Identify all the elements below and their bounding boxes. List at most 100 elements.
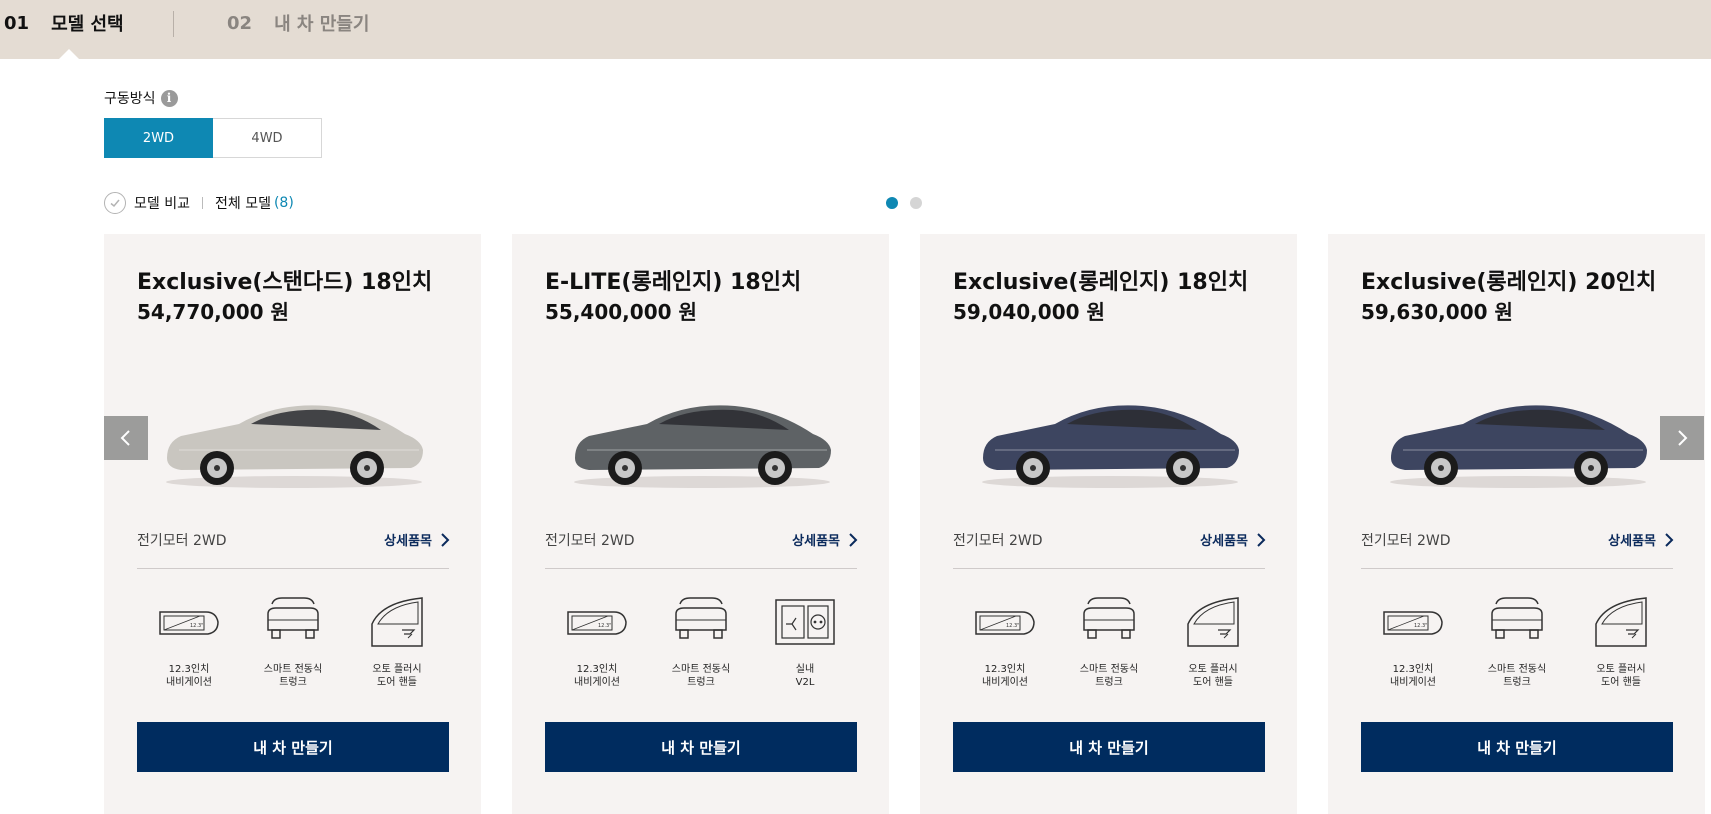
model-title: Exclusive(롱레인지) 20인치 — [1361, 270, 1657, 295]
compare-check-icon[interactable] — [104, 192, 126, 214]
feature-list: 12.3" 12.3인치 내비게이션 스마트 전동식 트렁크 오토 플러시 도어 핸들 — [1361, 594, 1673, 689]
detail-link[interactable]: 상세품목 — [384, 530, 450, 549]
model-card[interactable]: Exclusive(스탠다드) 18인치 54,770,000 원 전기모터 2WD… — [104, 234, 481, 814]
engine-label: 전기모터 2WD — [137, 533, 227, 549]
power-trunk-icon — [668, 594, 734, 654]
feature-item: 스마트 전동식 트렁크 — [651, 594, 751, 689]
feature-label: 오토 플러시 도어 핸들 — [1188, 664, 1238, 688]
model-price: 59,040,000 원 — [953, 300, 1105, 324]
feature-list: 12.3" 12.3인치 내비게이션 스마트 전동식 트렁크 오토 플러시 도어 핸들 — [137, 594, 449, 689]
car-image — [975, 384, 1245, 494]
svg-text:12.3": 12.3" — [190, 623, 203, 629]
build-car-button[interactable]: 내 차 만들기 — [137, 722, 449, 772]
all-models-label[interactable]: 전체 모델 — [215, 193, 271, 213]
svg-text:12.3": 12.3" — [1006, 623, 1019, 629]
pagination-dot-2[interactable] — [910, 197, 922, 209]
detail-link[interactable]: 상세품목 — [1200, 530, 1266, 549]
svg-text:12.3": 12.3" — [1414, 623, 1427, 629]
engine-label: 전기모터 2WD — [1361, 533, 1451, 549]
build-car-button[interactable]: 내 차 만들기 — [953, 722, 1265, 772]
compare-models-label[interactable]: 모델 비교 — [134, 193, 190, 213]
navigation-screen-icon: 12.3" — [1380, 594, 1446, 654]
active-step-caret — [59, 49, 79, 59]
flush-door-handle-icon — [1588, 594, 1654, 654]
power-trunk-icon — [260, 594, 326, 654]
card-divider — [953, 568, 1265, 569]
chevron-right-icon — [849, 532, 858, 547]
model-card[interactable]: Exclusive(롱레인지) 18인치 59,040,000 원 전기모터 2WD… — [920, 234, 1297, 814]
feature-item: 스마트 전동식 트렁크 — [1059, 594, 1159, 689]
feature-label: 12.3인치 내비게이션 — [166, 664, 212, 688]
detail-link[interactable]: 상세품목 — [792, 530, 858, 549]
feature-label: 오토 플러시 도어 핸들 — [372, 664, 422, 688]
v2l-outlet-icon — [772, 594, 838, 654]
engine-label: 전기모터 2WD — [545, 533, 635, 549]
svg-text:12.3": 12.3" — [598, 623, 611, 629]
feature-label: 스마트 전동식 트렁크 — [671, 664, 731, 688]
card-divider — [545, 568, 857, 569]
model-count: (8) — [273, 195, 294, 211]
car-image — [159, 384, 429, 494]
step-build-car[interactable]: 02 내 차 만들기 — [227, 10, 369, 36]
feature-item: 스마트 전동식 트렁크 — [243, 594, 343, 689]
model-title: E-LITE(롱레인지) 18인치 — [545, 270, 802, 295]
drive-type-tabs: 2WD 4WD — [104, 118, 322, 158]
feature-item: 12.3" 12.3인치 내비게이션 — [139, 594, 239, 689]
drive-type-label: 구동방식 i — [104, 88, 178, 108]
card-divider — [137, 568, 449, 569]
navigation-screen-icon: 12.3" — [564, 594, 630, 654]
car-image — [1383, 384, 1653, 494]
card-divider — [1361, 568, 1673, 569]
compare-row: 모델 비교 전체 모델 (8) — [104, 192, 294, 214]
info-icon[interactable]: i — [160, 89, 178, 107]
build-car-button[interactable]: 내 차 만들기 — [1361, 722, 1673, 772]
car-image — [567, 384, 837, 494]
chevron-left-icon — [120, 430, 130, 446]
model-card[interactable]: Exclusive(롱레인지) 20인치 59,630,000 원전기모터 2WD… — [1328, 234, 1705, 814]
chevron-right-icon — [1665, 532, 1674, 547]
detail-link-label: 상세품목 — [792, 534, 840, 549]
step-label: 모델 선택 — [51, 14, 124, 35]
carousel-prev-button[interactable] — [104, 416, 148, 460]
drive-type-text: 구동방식 — [104, 91, 156, 107]
detail-link-label: 상세품목 — [1200, 534, 1248, 549]
drive-tab-4wd[interactable]: 4WD — [213, 118, 322, 158]
chevron-right-icon — [441, 532, 450, 547]
feature-label: 12.3인치 내비게이션 — [1390, 664, 1436, 688]
feature-list: 12.3" 12.3인치 내비게이션 스마트 전동식 트렁크 실내 V2L — [545, 594, 857, 689]
step-label: 내 차 만들기 — [274, 14, 370, 35]
model-price: 55,400,000 원 — [545, 300, 697, 324]
model-card[interactable]: E-LITE(롱레인지) 18인치 55,400,000 원전기모터 2WD 상세품… — [512, 234, 889, 814]
feature-list: 12.3" 12.3인치 내비게이션 스마트 전동식 트렁크 오토 플러시 도어 핸들 — [953, 594, 1265, 689]
detail-link-label: 상세품목 — [384, 534, 432, 549]
drive-tab-2wd[interactable]: 2WD — [104, 118, 213, 158]
feature-item: 오토 플러시 도어 핸들 — [347, 594, 447, 689]
step-number: 02 — [227, 12, 253, 34]
flush-door-handle-icon — [364, 594, 430, 654]
detail-link[interactable]: 상세품목 — [1608, 530, 1674, 549]
power-trunk-icon — [1076, 594, 1142, 654]
model-price: 59,630,000 원 — [1361, 300, 1513, 324]
power-trunk-icon — [1484, 594, 1550, 654]
chevron-right-icon — [1678, 430, 1688, 446]
feature-label: 스마트 전동식 트렁크 — [1487, 664, 1547, 688]
feature-label: 실내 V2L — [795, 664, 815, 688]
feature-label: 스마트 전동식 트렁크 — [263, 664, 323, 688]
chevron-right-icon — [1257, 532, 1266, 547]
build-car-button[interactable]: 내 차 만들기 — [545, 722, 857, 772]
compare-separator — [201, 197, 203, 209]
flush-door-handle-icon — [1180, 594, 1246, 654]
feature-item: 오토 플러시 도어 핸들 — [1163, 594, 1263, 689]
feature-item: 12.3" 12.3인치 내비게이션 — [547, 594, 647, 689]
carousel-pagination — [886, 197, 934, 209]
navigation-screen-icon: 12.3" — [972, 594, 1038, 654]
step-model-select[interactable]: 01 모델 선택 — [4, 10, 124, 36]
pagination-dot-1[interactable] — [886, 197, 898, 209]
model-price: 54,770,000 원 — [137, 300, 289, 324]
feature-label: 12.3인치 내비게이션 — [982, 664, 1028, 688]
feature-item: 12.3" 12.3인치 내비게이션 — [955, 594, 1055, 689]
carousel-next-button[interactable] — [1660, 416, 1704, 460]
step-number: 01 — [4, 12, 30, 34]
feature-item: 실내 V2L — [755, 594, 855, 689]
navigation-screen-icon: 12.3" — [156, 594, 222, 654]
